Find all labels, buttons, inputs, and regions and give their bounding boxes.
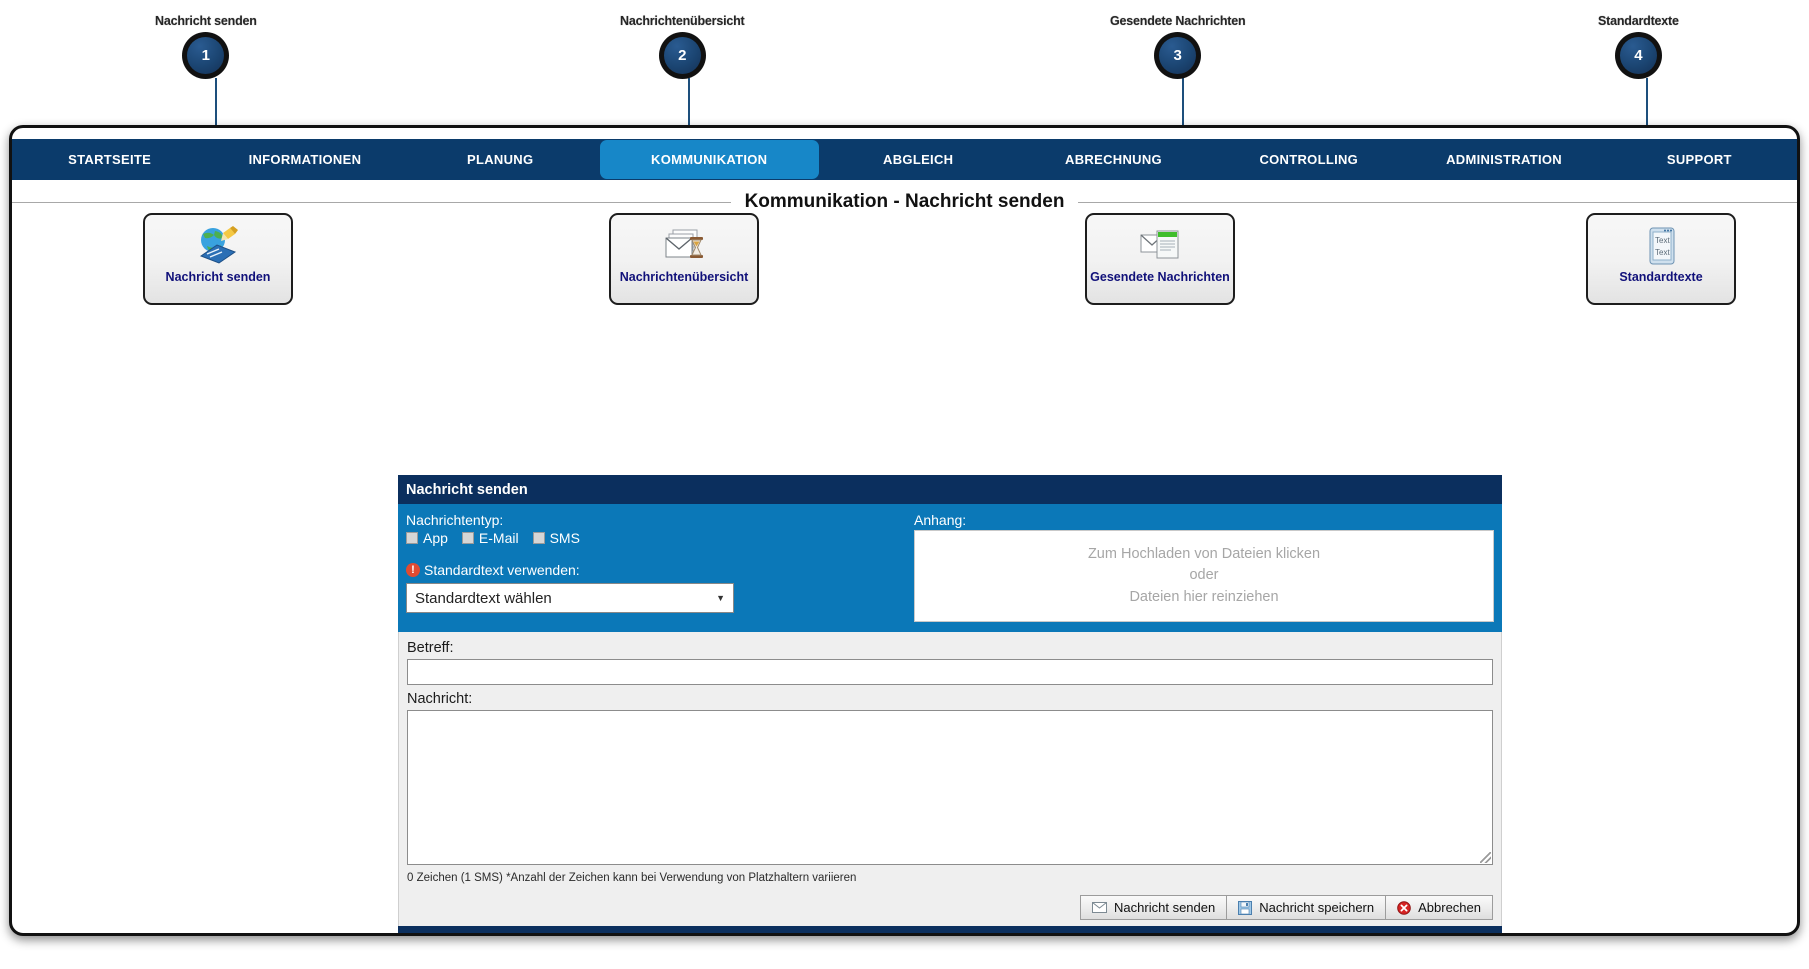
empfaenger-vorauswahl-label: Empfänger Vorauswahl: [406,933,1494,936]
envelope-sent-list-icon [1137,223,1183,268]
callout-1-bubble: 1 [182,32,230,79]
nav-item-abrechnung[interactable]: ABRECHNUNG [1016,139,1211,180]
nachricht-speichern-button-label: Nachricht speichern [1259,900,1375,915]
abbrechen-button[interactable]: Abbrechen [1386,895,1493,920]
exclamation-circle-icon: ! [406,563,420,577]
tile-standardtexte[interactable]: Text Text Standardtexte [1586,213,1736,305]
envelopes-hourglass-icon [661,223,707,268]
nav-item-kommunikation[interactable]: KOMMUNIKATION [599,140,819,179]
nachricht-speichern-button[interactable]: Nachricht speichern [1227,895,1387,920]
nav-item-informationen[interactable]: INFORMATIONEN [207,139,402,180]
betreff-label: Betreff: [407,640,454,656]
standardtext-label-row: ! Standardtext verwenden: [406,562,904,578]
nachricht-senden-panel: Nachricht senden Nachrichtentyp: App E-M… [398,475,1502,936]
floppy-disk-save-icon [1238,900,1253,915]
betreff-input[interactable] [407,659,1493,685]
nachricht-senden-button[interactable]: Nachricht senden [1080,895,1228,920]
tile-nachrichtenuebersicht[interactable]: Nachrichtenübersicht [609,213,759,305]
action-button-row: Nachricht senden Nachricht speichern Abb… [407,895,1493,920]
callout-1-label: Nachricht senden [155,14,257,28]
anhang-label: Anhang: [914,512,967,528]
red-x-circle-icon [1397,900,1411,915]
dropzone-line-3: Dateien hier reinziehen [1129,588,1279,605]
abbrechen-button-label: Abbrechen [1418,900,1481,915]
nachricht-label: Nachricht: [407,691,473,707]
envelope-icon [1092,902,1108,913]
callout-2-label: Nachrichtenübersicht [620,14,745,28]
chevron-down-icon: ▼ [716,593,725,603]
checkbox-app[interactable] [406,532,418,544]
application-window: STARTSEITE INFORMATIONEN PLANUNG KOMMUNI… [9,125,1800,936]
tile-gesendete-nachrichten[interactable]: Gesendete Nachrichten [1085,213,1235,305]
callout-2-number: 2 [678,47,687,64]
callout-1-number: 1 [201,47,211,64]
text-template-document-icon: Text Text [1638,223,1684,268]
dropzone-line-2: oder [1189,567,1219,584]
checkbox-email-label: E-Mail [478,530,519,546]
callout-2: Nachrichtenübersicht 2 [620,14,745,79]
tile-nachrichtenuebersicht-label: Nachrichtenübersicht [619,270,749,284]
main-navigation-bar: STARTSEITE INFORMATIONEN PLANUNG KOMMUNI… [12,139,1797,180]
checkbox-sms-label: SMS [549,530,580,546]
panel-body-section: Betreff: Nachricht: 0 Zeichen (1 SMS) *A… [398,632,1502,926]
callout-4: Standardtexte 4 [1598,14,1679,79]
globe-pencil-write-icon [195,223,241,268]
title-rule-right [1078,201,1797,203]
tile-gesendete-nachrichten-label: Gesendete Nachrichten [1090,270,1230,284]
callout-4-bubble: 4 [1614,32,1662,79]
svg-text:Text: Text [1655,248,1670,257]
callout-3-number: 3 [1173,47,1182,64]
checkbox-app-label: App [423,530,448,546]
checkbox-sms[interactable] [532,532,545,544]
callout-2-bubble: 2 [658,32,706,79]
page-title: Kommunikation - Nachricht senden [744,191,1065,212]
nav-item-planung[interactable]: PLANUNG [403,139,598,180]
character-count-text: 0 Zeichen (1 SMS) *Anzahl der Zeichen ka… [407,872,857,884]
tile-nachricht-senden-label: Nachricht senden [165,270,271,284]
callout-3-label: Gesendete Nachrichten [1110,14,1246,28]
callout-3: Gesendete Nachrichten 3 [1110,14,1246,79]
panel-header: Nachricht senden [398,475,1502,504]
screenshot-root: Nachricht senden 1 Nachrichtenübersicht … [0,0,1809,969]
title-rule-left [12,201,731,203]
nachrichtentyp-checkbox-row: App E-Mail SMS [406,530,904,546]
attachment-column: Anhang: Zum Hochladen von Dateien klicke… [914,512,1494,622]
checkbox-email[interactable] [461,532,474,544]
callout-4-number: 4 [1634,47,1643,64]
tile-standardtexte-label: Standardtexte [1619,270,1703,284]
tile-nachricht-senden[interactable]: Nachricht senden [143,213,293,305]
message-type-column: Nachrichtentyp: App E-Mail SMS ! Standar… [406,512,904,622]
callout-4-label: Standardtexte [1598,14,1679,28]
nav-item-startseite[interactable]: STARTSEITE [12,139,207,180]
dropzone-line-1: Zum Hochladen von Dateien klicken [1087,546,1321,563]
nav-item-abgleich[interactable]: ABGLEICH [821,139,1016,180]
nachrichtentyp-label: Nachrichtentyp: [406,512,504,528]
nachricht-textarea[interactable] [407,710,1493,865]
callout-1: Nachricht senden 1 [155,14,257,79]
attachment-dropzone[interactable]: Zum Hochladen von Dateien klicken oder D… [914,530,1494,622]
nav-item-administration[interactable]: ADMINISTRATION [1406,139,1601,180]
standardtext-select[interactable]: Standardtext wählen ▼ [406,583,734,613]
panel-footer-section: Empfänger Vorauswahl: [398,926,1502,936]
svg-text:Text: Text [1655,236,1670,245]
standardtext-label: Standardtext verwenden: [424,562,580,578]
nav-item-support[interactable]: SUPPORT [1602,139,1797,180]
nav-item-controlling[interactable]: CONTROLLING [1211,139,1406,180]
panel-top-section: Nachrichtentyp: App E-Mail SMS ! Standar… [398,504,1502,632]
standardtext-select-value: Standardtext wählen [415,589,552,607]
callout-3-bubble: 3 [1154,32,1202,79]
nachricht-senden-button-label: Nachricht senden [1114,900,1216,915]
